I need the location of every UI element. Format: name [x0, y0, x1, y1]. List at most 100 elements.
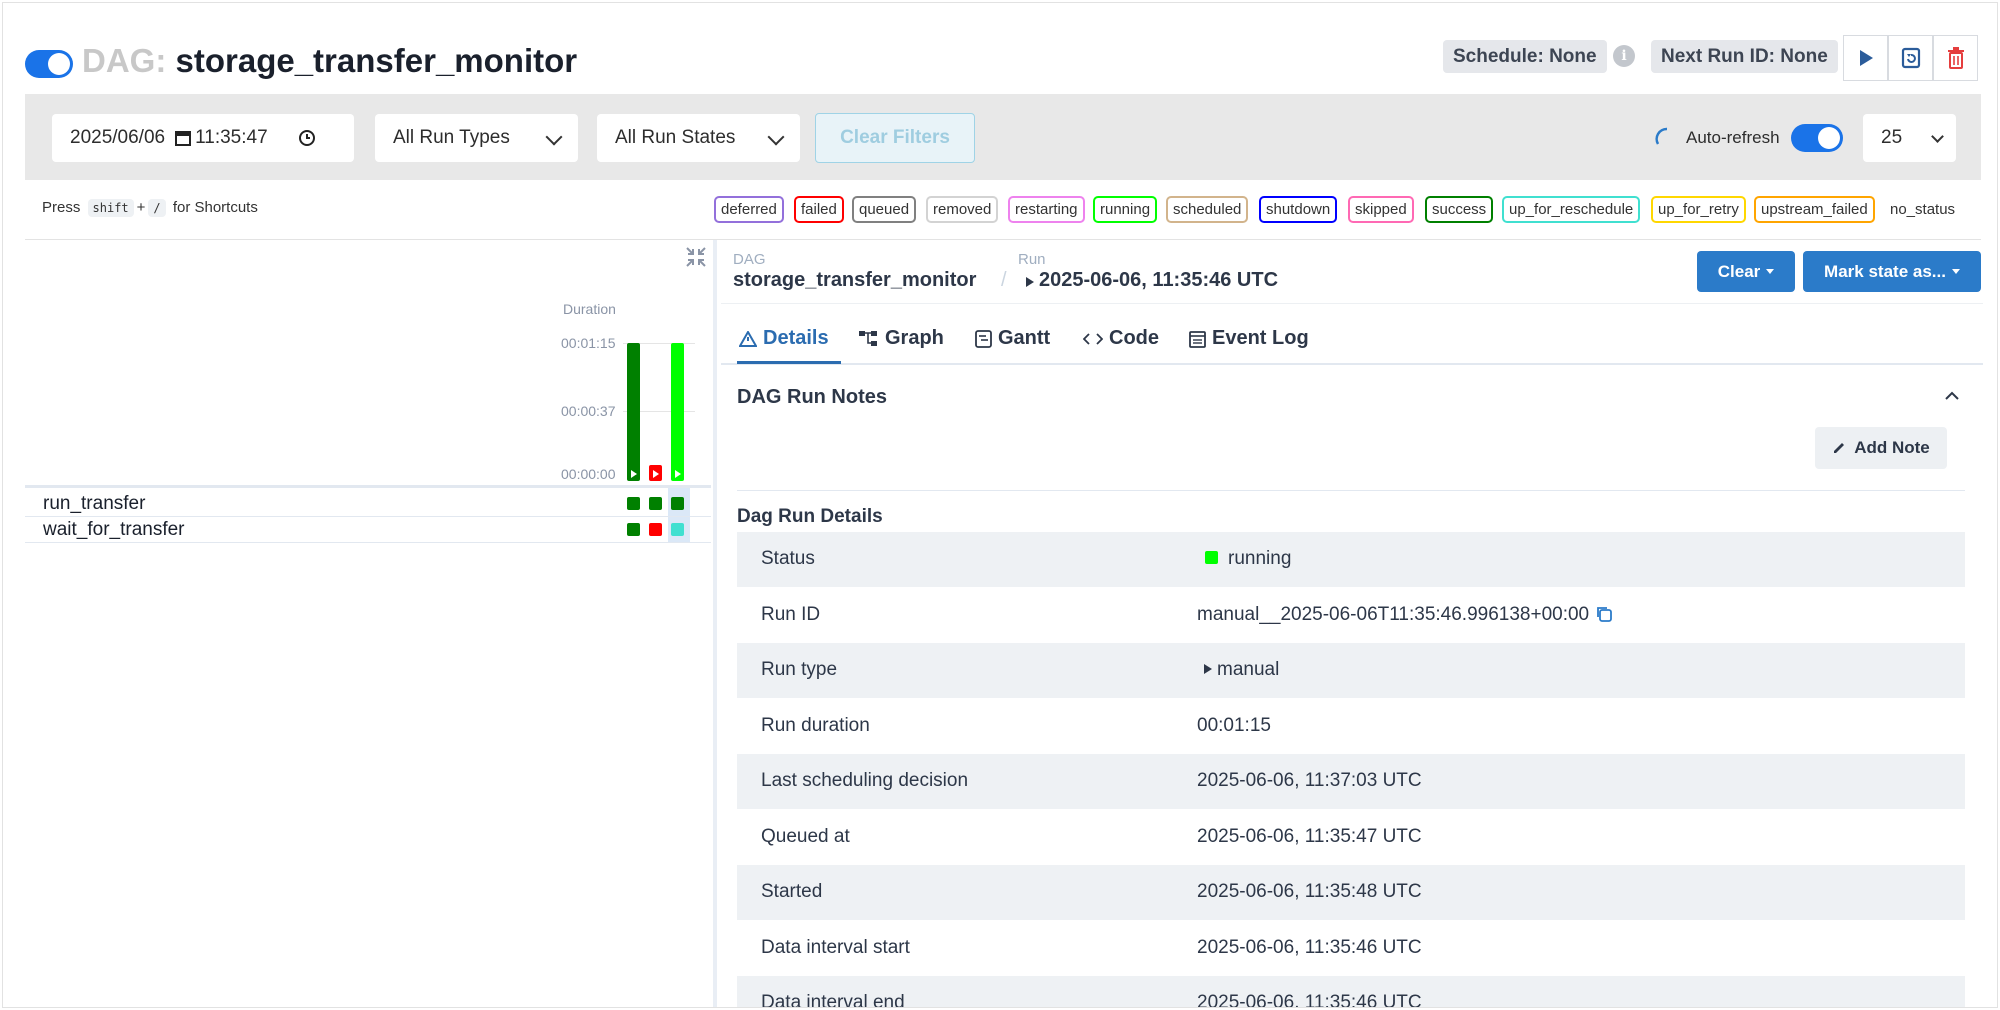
details-key: Last scheduling decision — [761, 770, 969, 791]
run-state-select[interactable]: All Run States — [597, 114, 800, 162]
separator — [25, 239, 1981, 240]
code-icon — [1083, 332, 1103, 345]
clock-icon[interactable] — [298, 129, 316, 147]
tab-label: Gantt — [998, 327, 1051, 349]
page-size-select[interactable]: 25 — [1863, 114, 1956, 162]
mark-state-label: Mark state as... — [1824, 261, 1946, 281]
details-value: 2025-06-06, 11:35:46 UTC — [1197, 936, 1422, 958]
caret-down-icon — [1951, 269, 1960, 274]
chevron-down-icon — [767, 128, 785, 146]
legend-item-shutdown[interactable]: shutdown — [1259, 196, 1338, 223]
chevron-down-icon — [545, 128, 563, 146]
task-instance-cell[interactable] — [649, 523, 662, 536]
notes-title: DAG Run Notes — [737, 386, 887, 408]
details-key: Run duration — [761, 714, 870, 736]
task-instance-cell[interactable] — [671, 497, 684, 510]
shortcut-press: Press — [42, 199, 81, 216]
trigger-dag-button[interactable] — [1843, 35, 1888, 81]
tab-label: Code — [1109, 327, 1159, 349]
run-bar-success[interactable] — [627, 343, 640, 481]
details-value: 00:01:15 — [1197, 714, 1271, 736]
reparse-dag-button[interactable] — [1888, 35, 1933, 81]
task-instance-cell[interactable] — [649, 497, 662, 510]
tab-details[interactable]: Details — [739, 327, 829, 350]
legend-item-success[interactable]: success — [1425, 196, 1494, 223]
legend-item-skipped[interactable]: skipped — [1348, 196, 1414, 223]
time-value: 11:35:47 — [195, 127, 268, 148]
task-name[interactable]: run_transfer — [43, 493, 145, 515]
run-state-value: All Run States — [615, 127, 736, 148]
task-instance-cell[interactable] — [671, 523, 684, 536]
tick-label: 00:00:00 — [561, 466, 616, 482]
details-value-wrap: running — [1197, 548, 1291, 570]
legend-item-restarting[interactable]: restarting — [1008, 196, 1085, 223]
run-bar-failed[interactable] — [649, 465, 662, 481]
clear-filters-button[interactable]: Clear Filters — [815, 113, 975, 163]
details-key: Queued at — [761, 825, 850, 847]
run-type-select[interactable]: All Run Types — [375, 114, 578, 162]
graph-icon — [859, 330, 877, 346]
add-note-label: Add Note — [1854, 438, 1930, 457]
delete-dag-button[interactable] — [1933, 35, 1978, 81]
trash-icon — [1947, 47, 1964, 69]
panel-resize-handle[interactable] — [713, 240, 717, 1007]
dag-pause-toggle[interactable] — [25, 50, 73, 78]
tab-gantt[interactable]: Gantt — [975, 327, 1050, 350]
details-key: Status — [761, 548, 815, 569]
legend-item-deferred[interactable]: deferred — [714, 196, 784, 223]
legend-item-queued[interactable]: queued — [852, 196, 917, 223]
tab-event-log[interactable]: Event Log — [1189, 327, 1309, 350]
run-type-value: All Run Types — [393, 127, 510, 148]
collapse-icon[interactable] — [685, 246, 707, 268]
tab-graph[interactable]: Graph — [859, 327, 944, 350]
status-square-icon — [1205, 551, 1218, 564]
shortcut-plus: + — [136, 199, 146, 216]
date-value: 2025/06/06 — [70, 127, 166, 148]
details-title: Dag Run Details — [737, 506, 883, 527]
info-icon[interactable]: i — [1613, 45, 1635, 67]
legend-item-failed[interactable]: failed — [794, 196, 844, 223]
breadcrumb-dag-label: DAG — [733, 251, 766, 268]
grid-header-divider — [25, 485, 711, 488]
airflow-dag-page: DAG: storage_transfer_monitor Schedule: … — [2, 2, 1998, 1008]
separator — [737, 490, 1965, 491]
legend-item-upstream-failed[interactable]: upstream_failed — [1754, 196, 1875, 223]
auto-refresh-toggle[interactable] — [1791, 124, 1843, 152]
legend-item-up-for-retry[interactable]: up_for_retry — [1651, 196, 1746, 223]
breadcrumb-dag[interactable]: storage_transfer_monitor — [733, 269, 976, 292]
copy-icon[interactable] — [1595, 605, 1613, 623]
reparse-icon — [1901, 47, 1920, 69]
chevron-up-icon[interactable] — [1945, 391, 1959, 401]
breadcrumb-run[interactable]: 2025-06-06, 11:35:46 UTC — [1039, 269, 1278, 292]
legend-item-no-status[interactable]: no_status — [1883, 196, 1963, 223]
task-name[interactable]: wait_for_transfer — [43, 519, 185, 541]
details-row: Run type manual — [737, 643, 1965, 698]
details-key: Run type — [761, 659, 838, 680]
task-instance-cell[interactable] — [627, 523, 640, 536]
chevron-down-icon — [1931, 130, 1944, 143]
details-value-wrap: 2025-06-06, 11:35:48 UTC — [1197, 881, 1422, 903]
calendar-icon[interactable] — [175, 130, 192, 146]
run-bar-running[interactable] — [671, 343, 684, 481]
legend-item-up-for-reschedule[interactable]: up_for_reschedule — [1502, 196, 1641, 223]
details-value: 2025-06-06, 11:35:46 UTC — [1197, 992, 1422, 1008]
task-instance-cell[interactable] — [627, 497, 640, 510]
legend-item-scheduled[interactable]: scheduled — [1166, 196, 1249, 223]
details-row: Data interval end 2025-06-06, 11:35:46 UT… — [737, 976, 1965, 1008]
clear-run-button[interactable]: Clear — [1697, 251, 1795, 292]
legend-item-removed[interactable]: removed — [926, 196, 999, 223]
details-row: Started 2025-06-06, 11:35:48 UTC — [737, 865, 1965, 920]
legend-item-running[interactable]: running — [1093, 196, 1158, 223]
page-size-value: 25 — [1881, 127, 1903, 148]
base-date-input[interactable]: 2025/06/06 11:35:47 — [52, 114, 354, 162]
details-row: Data interval start 2025-06-06, 11:35:46 … — [737, 921, 1965, 976]
details-key: Data interval end — [761, 992, 905, 1008]
tab-code[interactable]: Code — [1083, 327, 1159, 350]
play-icon — [1859, 50, 1873, 66]
shift-key: shift — [87, 199, 134, 217]
shortcut-suffix: for Shortcuts — [172, 199, 258, 216]
add-note-button[interactable]: Add Note — [1815, 427, 1947, 469]
details-value-wrap: manual — [1197, 659, 1279, 681]
manual-run-icon — [653, 470, 659, 478]
mark-state-button[interactable]: Mark state as... — [1803, 251, 1981, 292]
